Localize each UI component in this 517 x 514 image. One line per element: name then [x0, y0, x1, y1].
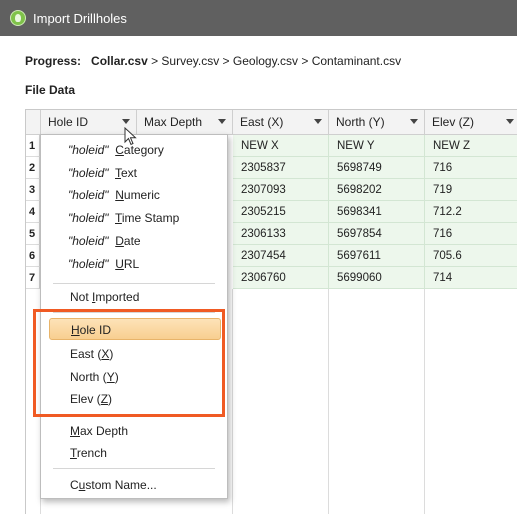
table-cell[interactable]: 5698341 — [329, 201, 425, 223]
row-number: 3 — [26, 179, 40, 201]
menu-item-text[interactable]: "holeid" Text — [41, 162, 227, 184]
table-cell[interactable]: 5699060 — [329, 267, 425, 289]
column-header-label: Elev (Z) — [432, 115, 474, 129]
table-cell[interactable]: 705.6 — [425, 245, 517, 267]
column-header-elev[interactable]: Elev (Z) — [425, 110, 517, 135]
mouse-cursor-icon — [124, 127, 137, 146]
progress-label: Progress: — [25, 54, 82, 68]
column-divider — [232, 289, 233, 514]
row-number: 5 — [26, 223, 40, 245]
menu-item-custom-name[interactable]: Custom Name... — [41, 474, 227, 496]
column-divider — [328, 289, 329, 514]
dropdown-arrow-icon[interactable] — [122, 119, 130, 124]
table-cell[interactable]: 5698202 — [329, 179, 425, 201]
menu-separator — [53, 283, 215, 284]
title-bar: Import Drillholes — [0, 0, 517, 36]
corner-header — [26, 110, 41, 135]
table-cell[interactable]: 5697611 — [329, 245, 425, 267]
table-cell[interactable]: 2306760 — [233, 267, 329, 289]
dropdown-arrow-icon[interactable] — [506, 119, 514, 124]
table-cell[interactable]: 716 — [425, 223, 517, 245]
menu-separator — [53, 468, 215, 469]
dropdown-arrow-icon[interactable] — [314, 119, 322, 124]
row-number: 6 — [26, 245, 40, 267]
column-header-hole-id[interactable]: Hole ID — [41, 110, 137, 135]
progress-remaining-steps: > Survey.csv > Geology.csv > Contaminant… — [147, 54, 402, 68]
column-header-east[interactable]: East (X) — [233, 110, 329, 135]
window-title: Import Drillholes — [33, 10, 127, 26]
table-cell[interactable]: 2307454 — [233, 245, 329, 267]
menu-item-date[interactable]: "holeid" Date — [41, 230, 227, 252]
menu-item-time-stamp[interactable]: "holeid" Time Stamp — [41, 207, 227, 229]
table-cell[interactable]: 5697854 — [329, 223, 425, 245]
menu-item-trench[interactable]: Trench — [41, 442, 227, 464]
table-cell[interactable]: 716 — [425, 157, 517, 179]
column-header-max-depth[interactable]: Max Depth — [137, 110, 233, 135]
column-header-label: East (X) — [240, 115, 284, 129]
row-number: 2 — [26, 157, 40, 179]
file-data-heading: File Data — [25, 83, 76, 97]
column-header-label: North (Y) — [336, 115, 385, 129]
table-cell[interactable]: 2305215 — [233, 201, 329, 223]
table-cell[interactable]: NEW Z — [425, 135, 517, 157]
progress-current-step: Collar.csv — [91, 54, 148, 68]
column-header-north[interactable]: North (Y) — [329, 110, 425, 135]
column-header-label: Max Depth — [144, 115, 203, 129]
table-cell[interactable]: 712.2 — [425, 201, 517, 223]
menu-item-not-imported[interactable]: Not Imported — [41, 286, 227, 308]
row-number: 4 — [26, 201, 40, 223]
row-number: 7 — [26, 267, 40, 289]
app-icon — [10, 10, 26, 26]
dropdown-arrow-icon[interactable] — [218, 119, 226, 124]
menu-item-url[interactable]: "holeid" URL — [41, 253, 227, 275]
table-cell[interactable]: 2307093 — [233, 179, 329, 201]
table-cell[interactable]: 2305837 — [233, 157, 329, 179]
table-cell[interactable]: 5698749 — [329, 157, 425, 179]
dropdown-arrow-icon[interactable] — [410, 119, 418, 124]
progress-breadcrumb: Progress: Collar.csv > Survey.csv > Geol… — [25, 54, 401, 68]
menu-item-numeric[interactable]: "holeid" Numeric — [41, 184, 227, 206]
row-number: 1 — [26, 135, 40, 157]
annotation-highlight-box — [33, 309, 225, 417]
table-cell[interactable]: NEW X — [233, 135, 329, 157]
menu-item-max-depth[interactable]: Max Depth — [41, 420, 227, 442]
table-cell[interactable]: 2306133 — [233, 223, 329, 245]
table-cell[interactable]: 719 — [425, 179, 517, 201]
table-cell[interactable]: 714 — [425, 267, 517, 289]
column-header-label: Hole ID — [48, 115, 89, 129]
table-cell[interactable]: NEW Y — [329, 135, 425, 157]
column-divider — [424, 289, 425, 514]
